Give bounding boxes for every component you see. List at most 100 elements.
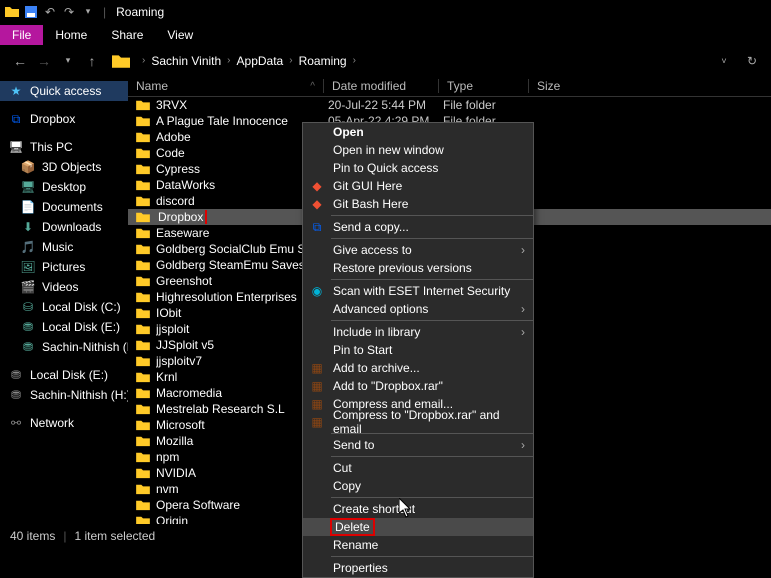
folder-icon: 📄 <box>20 199 36 215</box>
qat-dropdown-icon[interactable]: ▾ <box>80 4 96 20</box>
column-headers: Name Date modified Type Size <box>128 75 771 97</box>
folder-icon <box>136 387 150 399</box>
sidebar-item-label: Videos <box>42 280 78 294</box>
up-button[interactable]: ↑ <box>80 49 104 73</box>
menu-item[interactable]: Advanced options› <box>303 300 533 318</box>
menu-item[interactable]: Pin to Start <box>303 341 533 359</box>
sidebar-item[interactable]: ⛃Local Disk (E:) <box>0 317 128 337</box>
menu-item[interactable]: Delete <box>303 518 533 536</box>
sidebar-item[interactable]: ⛃Sachin-Nithish (H:) <box>0 337 128 357</box>
tab-file[interactable]: File <box>0 25 43 45</box>
menu-item[interactable]: Create shortcut <box>303 500 533 518</box>
undo-icon[interactable]: ↶ <box>42 4 58 20</box>
menu-item[interactable]: ▦Compress to "Dropbox.rar" and email <box>303 413 533 431</box>
chevron-right-icon: › <box>521 302 525 316</box>
redo-icon[interactable]: ↷ <box>61 4 77 20</box>
rar-icon: ▦ <box>309 360 325 376</box>
tab-view[interactable]: View <box>155 25 205 45</box>
sidebar-item[interactable]: ⬇Downloads <box>0 217 128 237</box>
file-type: File folder <box>443 98 533 112</box>
sidebar-label: Quick access <box>30 84 101 98</box>
chevron-right-icon: › <box>289 55 292 66</box>
folder-icon <box>136 163 150 175</box>
sidebar-item[interactable]: 🎬 Videos <box>0 277 128 297</box>
col-size[interactable]: Size <box>528 79 588 93</box>
menu-separator <box>331 215 533 216</box>
table-row[interactable]: 3RVX20-Jul-22 5:44 PMFile folder <box>128 97 771 113</box>
menu-item[interactable]: Open <box>303 123 533 141</box>
sidebar-local-disk-e[interactable]: ⛃Local Disk (E:) <box>0 365 128 385</box>
sidebar-label: Sachin-Nithish (H:) <box>30 388 128 402</box>
folder-icon: 🎬 <box>20 279 36 295</box>
sidebar-dropbox[interactable]: ⧉Dropbox <box>0 109 128 129</box>
folder-icon <box>136 371 150 383</box>
menu-item[interactable]: ⧉Send a copy... <box>303 218 533 236</box>
folder-icon <box>136 211 150 223</box>
address-dropdown[interactable]: ˅ <box>713 50 735 72</box>
menu-item-label: Copy <box>333 479 361 493</box>
folder-icon <box>136 419 150 431</box>
star-icon: ★ <box>8 83 24 99</box>
folder-icon <box>136 147 150 159</box>
rar-icon: ▦ <box>309 414 325 430</box>
menu-item-label: Git Bash Here <box>333 197 408 211</box>
col-name[interactable]: Name <box>128 79 323 93</box>
menu-item-label: Cut <box>333 461 352 475</box>
sidebar-item-label: Documents <box>42 200 103 214</box>
sidebar-this-pc[interactable]: 🖥This PC <box>0 137 128 157</box>
menu-item-label: Pin to Quick access <box>333 161 438 175</box>
tab-share[interactable]: Share <box>99 25 155 45</box>
sidebar-item[interactable]: 🖼Pictures <box>0 257 128 277</box>
chevron-right-icon: › <box>521 243 525 257</box>
menu-item[interactable]: Include in library› <box>303 323 533 341</box>
crumb-1[interactable]: AppData <box>237 54 284 68</box>
title-bar: ↶ ↷ ▾ | Roaming <box>0 0 771 23</box>
sidebar-item[interactable]: 🎵Music <box>0 237 128 257</box>
menu-item[interactable]: Send to› <box>303 436 533 454</box>
menu-item[interactable]: Cut <box>303 459 533 477</box>
sidebar-item[interactable]: 📦3D Objects <box>0 157 128 177</box>
menu-item[interactable]: ▦Add to "Dropbox.rar" <box>303 377 533 395</box>
menu-item[interactable]: Pin to Quick access <box>303 159 533 177</box>
crumb-0[interactable]: Sachin Vinith <box>151 54 221 68</box>
eset-icon: ◉ <box>309 283 325 299</box>
disk-icon: ⛃ <box>8 387 24 403</box>
menu-item[interactable]: ▦Add to archive... <box>303 359 533 377</box>
folder-icon <box>136 451 150 463</box>
menu-item[interactable]: ◉Scan with ESET Internet Security <box>303 282 533 300</box>
menu-item[interactable]: Open in new window <box>303 141 533 159</box>
menu-item[interactable]: ◆Git GUI Here <box>303 177 533 195</box>
sidebar-item[interactable]: 📄 Documents <box>0 197 128 217</box>
menu-item[interactable]: Copy <box>303 477 533 495</box>
menu-item[interactable]: Properties <box>303 559 533 577</box>
menu-item-label: Properties <box>333 561 388 575</box>
tab-home[interactable]: Home <box>43 25 99 45</box>
menu-item[interactable]: Give access to› <box>303 241 533 259</box>
menu-item[interactable]: Restore previous versions <box>303 259 533 277</box>
menu-item[interactable]: Rename <box>303 536 533 554</box>
separator: | <box>103 5 106 19</box>
address-bar: ← → ▾ ↑ › Sachin Vinith › AppData › Roam… <box>0 45 771 75</box>
sidebar-sachin-h[interactable]: ⛃ Sachin-Nithish (H:) <box>0 385 128 405</box>
menu-item-label: Include in library <box>333 325 420 339</box>
recent-dropdown[interactable]: ▾ <box>56 49 80 73</box>
status-items: 40 items <box>10 529 55 543</box>
sidebar-item[interactable]: 🖥Desktop <box>0 177 128 197</box>
crumb-2[interactable]: Roaming <box>299 54 347 68</box>
breadcrumb[interactable]: › Sachin Vinith › AppData › Roaming › <box>112 53 713 69</box>
sidebar-label: Local Disk (E:) <box>30 368 108 382</box>
sidebar-network[interactable]: ⚯Network <box>0 413 128 433</box>
refresh-button[interactable]: ↻ <box>741 50 763 72</box>
menu-separator <box>331 456 533 457</box>
col-date[interactable]: Date modified <box>323 79 438 93</box>
sidebar-item[interactable]: ⛁Local Disk (C:) <box>0 297 128 317</box>
col-type[interactable]: Type <box>438 79 528 93</box>
menu-item-label: Pin to Start <box>333 343 392 357</box>
back-button[interactable]: ← <box>8 49 32 73</box>
sidebar-quick-access[interactable]: ★ Quick access <box>0 81 128 101</box>
sidebar-item-label: Local Disk (E:) <box>42 320 120 334</box>
menu-item[interactable]: ◆Git Bash Here <box>303 195 533 213</box>
folder-icon <box>136 131 150 143</box>
save-icon[interactable] <box>23 4 39 20</box>
forward-button[interactable]: → <box>32 49 56 73</box>
